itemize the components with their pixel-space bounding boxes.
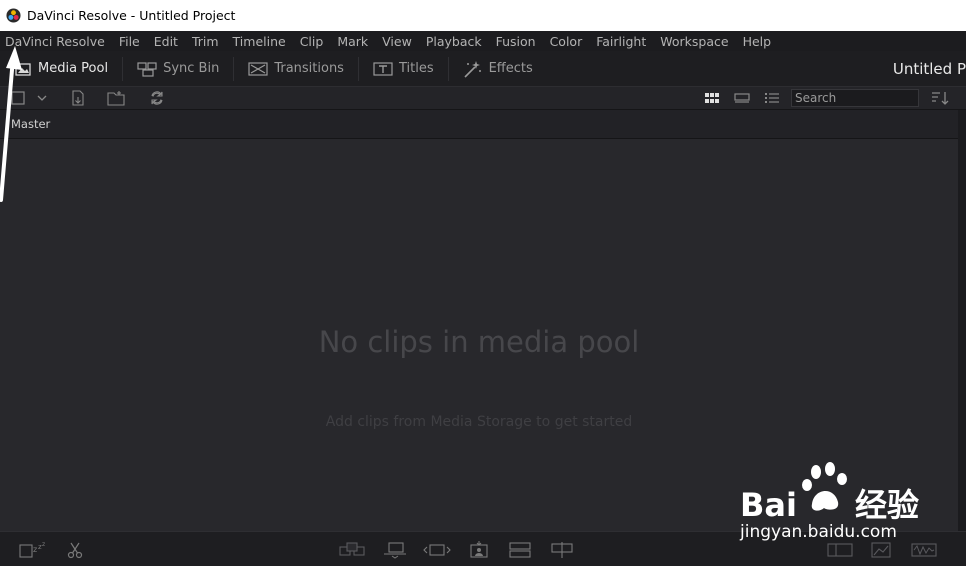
bin-header: Master [0, 110, 958, 139]
bin-list-toggle[interactable] [8, 87, 28, 109]
grid-view-icon [705, 93, 719, 103]
transitions-icon [248, 61, 268, 76]
strip-view-button[interactable] [732, 87, 752, 109]
scissors-icon[interactable] [66, 541, 84, 559]
watermark-brand: Bai 经验 [740, 480, 919, 526]
transitions-label: Transitions [274, 61, 344, 76]
sync-bin-label: Sync Bin [163, 61, 220, 76]
waveform-icon[interactable] [910, 541, 938, 559]
menu-playback[interactable]: Playback [426, 34, 482, 49]
watermark-brand-cn: 经验 [854, 486, 919, 524]
menu-trim[interactable]: Trim [192, 34, 219, 49]
list-view-button[interactable] [762, 87, 782, 109]
bin-name[interactable]: Master [11, 117, 50, 131]
watermark-url: jingyan.baidu.com [740, 522, 897, 542]
watermark-brand-latin: Bai [740, 486, 797, 524]
svg-text:z: z [33, 545, 37, 554]
append-end-icon[interactable] [508, 541, 532, 559]
menu-workspace[interactable]: Workspace [660, 34, 728, 49]
menu-timeline[interactable]: Timeline [233, 34, 286, 49]
media-pool-subtoolbar [0, 86, 966, 110]
place-on-top-icon[interactable] [465, 541, 493, 561]
replace-clip-icon[interactable] [422, 541, 452, 559]
effects-button[interactable]: Effects [449, 51, 547, 86]
media-pool-label: Media Pool [38, 61, 109, 76]
strip-view-icon [734, 93, 750, 103]
panel-icon [11, 91, 25, 105]
titles-icon [373, 61, 393, 76]
new-bin-button[interactable] [106, 87, 126, 109]
import-media-button[interactable] [69, 87, 87, 109]
refresh-icon [151, 91, 163, 105]
panel-layout-icon[interactable] [826, 541, 854, 559]
bin-options-dropdown[interactable] [34, 87, 50, 109]
media-pool-icon [15, 62, 31, 76]
window-title: DaVinci Resolve - Untitled Project [27, 8, 236, 23]
sort-button[interactable] [929, 87, 951, 109]
window-titlebar: DaVinci Resolve - Untitled Project [0, 0, 966, 31]
menu-fairlight[interactable]: Fairlight [596, 34, 646, 49]
menu-color[interactable]: Color [550, 34, 583, 49]
search-input[interactable] [791, 89, 919, 107]
titles-button[interactable]: Titles [359, 51, 448, 86]
menu-file[interactable]: File [119, 34, 140, 49]
chevron-down-icon [37, 95, 47, 101]
sync-bin-button[interactable]: Sync Bin [123, 51, 233, 86]
scopes-icon[interactable] [870, 541, 892, 559]
menu-clip[interactable]: Clip [300, 34, 324, 49]
empty-state-subtitle: Add clips from Media Storage to get star… [325, 414, 633, 430]
sleep-zzz-icon[interactable]: z z z [18, 541, 48, 559]
list-view-icon [765, 93, 779, 103]
thumbnail-view-button[interactable] [702, 87, 722, 109]
empty-state-title: No clips in media pool [318, 325, 640, 359]
sync-clips-button[interactable] [147, 87, 167, 109]
menu-fusion[interactable]: Fusion [496, 34, 536, 49]
menu-view[interactable]: View [382, 34, 412, 49]
project-title: Untitled P [892, 59, 966, 78]
transitions-button[interactable]: Transitions [234, 51, 358, 86]
titles-label: Titles [398, 61, 434, 76]
magic-wand-icon [464, 60, 481, 78]
effects-label: Effects [488, 61, 533, 76]
overwrite-clip-icon[interactable] [381, 541, 409, 559]
menu-edit[interactable]: Edit [154, 34, 178, 49]
sync-bin-icon [137, 61, 157, 77]
svg-text:z: z [42, 541, 45, 548]
insert-clip-icon[interactable] [338, 541, 366, 559]
right-panel-edge [958, 110, 966, 531]
menu-bar: DaVinci Resolve File Edit Trim Timeline … [0, 31, 966, 51]
panel-toolbar: Media Pool Sync Bin Transitions Titles E… [0, 51, 966, 86]
import-media-icon [72, 90, 84, 106]
menu-mark[interactable]: Mark [337, 34, 368, 49]
sort-icon [932, 92, 949, 105]
menu-help[interactable]: Help [743, 34, 772, 49]
davinci-resolve-logo-icon [6, 8, 21, 23]
menu-davinci-resolve[interactable]: DaVinci Resolve [5, 34, 105, 49]
media-pool-button[interactable]: Media Pool [0, 51, 122, 86]
ripple-overwrite-icon[interactable] [548, 541, 576, 559]
new-bin-icon [107, 91, 125, 106]
